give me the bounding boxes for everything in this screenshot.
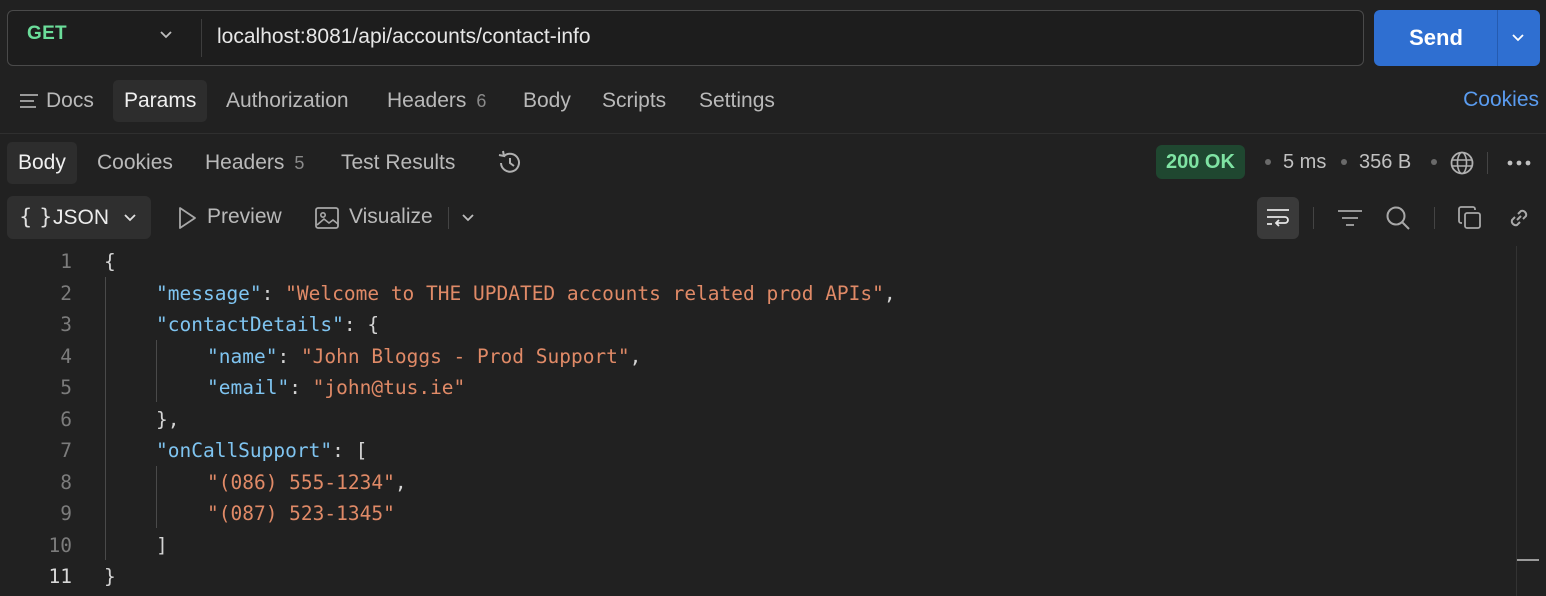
tab-response-headers-label: Headers (205, 151, 285, 174)
chevron-down-icon (124, 214, 136, 222)
indent-guide (105, 277, 106, 560)
send-button[interactable]: Send (1374, 10, 1498, 66)
tab-headers[interactable]: Headers 6 (376, 80, 497, 122)
indent-guide (156, 466, 157, 528)
separator-dot (1265, 159, 1271, 165)
scrollbar[interactable] (1516, 246, 1517, 596)
tab-settings[interactable]: Settings (688, 80, 786, 122)
toolbar-divider (1487, 152, 1488, 174)
tab-headers-label: Headers (387, 89, 467, 112)
response-toolbar: { } JSON Preview Visualize (0, 195, 1546, 241)
chevron-down-icon (160, 31, 172, 39)
chevron-down-icon[interactable] (1508, 28, 1528, 48)
send-button-group: Send (1374, 10, 1540, 66)
copy-icon[interactable] (1457, 205, 1483, 231)
code-line: ] (156, 533, 168, 557)
code-line: } (104, 565, 116, 588)
headers-count: 6 (476, 91, 487, 111)
line-number: 1 (60, 250, 72, 273)
code-line: { (104, 250, 116, 273)
section-divider (0, 133, 1546, 134)
line-number: 8 (60, 470, 72, 494)
tab-test-results[interactable]: Test Results (330, 142, 466, 184)
tab-authorization[interactable]: Authorization (215, 80, 360, 122)
code-line: "email": "john@tus.ie" (207, 376, 466, 399)
toolbar-divider (1434, 207, 1435, 229)
tab-response-headers[interactable]: Headers 5 (194, 142, 315, 184)
code-line: "(087) 523-1345" (207, 498, 395, 529)
tab-params[interactable]: Params (113, 80, 208, 122)
format-selector[interactable]: { } JSON (7, 196, 151, 239)
image-icon (315, 207, 339, 229)
method-label: GET (27, 23, 67, 44)
line-number: 7 (60, 439, 72, 462)
line-number: 4 (60, 344, 72, 368)
preview-button[interactable]: Preview (207, 205, 282, 229)
response-size: 356 B (1359, 151, 1412, 173)
json-key: "email" (207, 376, 290, 399)
more-options-icon[interactable] (1505, 152, 1533, 174)
tab-docs[interactable]: Docs (35, 80, 105, 122)
line-number: 5 (60, 376, 72, 399)
toolbar-divider (448, 207, 449, 229)
globe-icon[interactable] (1449, 150, 1475, 176)
response-body-editor[interactable]: 1 2 3 4 5 6 7 8 9 10 11 { "message": "We… (0, 246, 1546, 596)
line-number: 10 (48, 533, 72, 557)
chevron-down-icon[interactable] (459, 209, 477, 227)
visualize-button[interactable]: Visualize (349, 205, 433, 229)
json-key: "onCallSupport" (156, 439, 333, 462)
wrap-lines-button[interactable] (1257, 197, 1299, 239)
code-line: "contactDetails": { (156, 313, 380, 336)
play-icon (179, 207, 196, 229)
line-number: 2 (60, 281, 72, 305)
response-time: 5 ms (1283, 151, 1327, 173)
request-bar: GET localhost:8081/api/accounts/contact-… (7, 10, 1364, 66)
json-string: "John Bloggs - Prod Support" (300, 344, 630, 368)
url-divider (201, 19, 202, 57)
code-line: "(086) 555-1234", (207, 470, 407, 494)
line-number: 3 (60, 313, 72, 336)
status-badge: 200 OK (1156, 145, 1245, 179)
tab-body[interactable]: Body (512, 80, 582, 122)
history-icon[interactable] (496, 150, 524, 176)
json-string: "john@tus.ie" (312, 376, 466, 399)
code-line: "message": "Welcome to THE UPDATED accou… (156, 281, 896, 305)
response-headers-count: 5 (294, 153, 305, 173)
line-number: 6 (60, 407, 72, 431)
filter-icon[interactable] (1336, 207, 1364, 229)
url-input[interactable]: localhost:8081/api/accounts/contact-info (217, 25, 591, 49)
json-string: "Welcome to THE UPDATED accounts related… (285, 281, 884, 305)
json-key: "message" (156, 281, 262, 305)
code-line: }, (156, 407, 180, 431)
format-label: JSON (53, 206, 110, 229)
separator-dot (1431, 159, 1437, 165)
json-key: "name" (207, 344, 278, 368)
line-number: 9 (60, 502, 72, 525)
json-key: "contactDetails" (156, 313, 344, 336)
wrap-icon (1267, 209, 1289, 227)
link-icon[interactable] (1505, 204, 1533, 232)
tab-response-cookies[interactable]: Cookies (86, 142, 184, 184)
code-line: "name": "John Bloggs - Prod Support", (207, 344, 642, 368)
scrollbar-marker (1517, 559, 1539, 561)
request-tabs: Docs Params Authorization Headers 6 Body … (0, 78, 1546, 124)
json-string: "(086) 555-1234" (207, 470, 395, 494)
tab-scripts[interactable]: Scripts (591, 80, 677, 122)
send-divider (1497, 10, 1498, 66)
tab-response-body[interactable]: Body (7, 142, 77, 184)
line-number: 11 (48, 565, 72, 588)
toolbar-divider (1313, 207, 1314, 229)
separator-dot (1341, 159, 1347, 165)
json-braces-icon: { } (19, 205, 53, 229)
method-selector[interactable]: GET (8, 11, 201, 65)
cookies-link[interactable]: Cookies (1463, 88, 1539, 112)
code-line: "onCallSupport": [ (156, 439, 368, 462)
json-string: "(087) 523-1345" (207, 502, 395, 525)
search-icon[interactable] (1384, 204, 1412, 232)
response-tabs: Body Cookies Headers 5 Test Results 200 O… (0, 140, 1546, 186)
indent-guide (156, 340, 157, 402)
